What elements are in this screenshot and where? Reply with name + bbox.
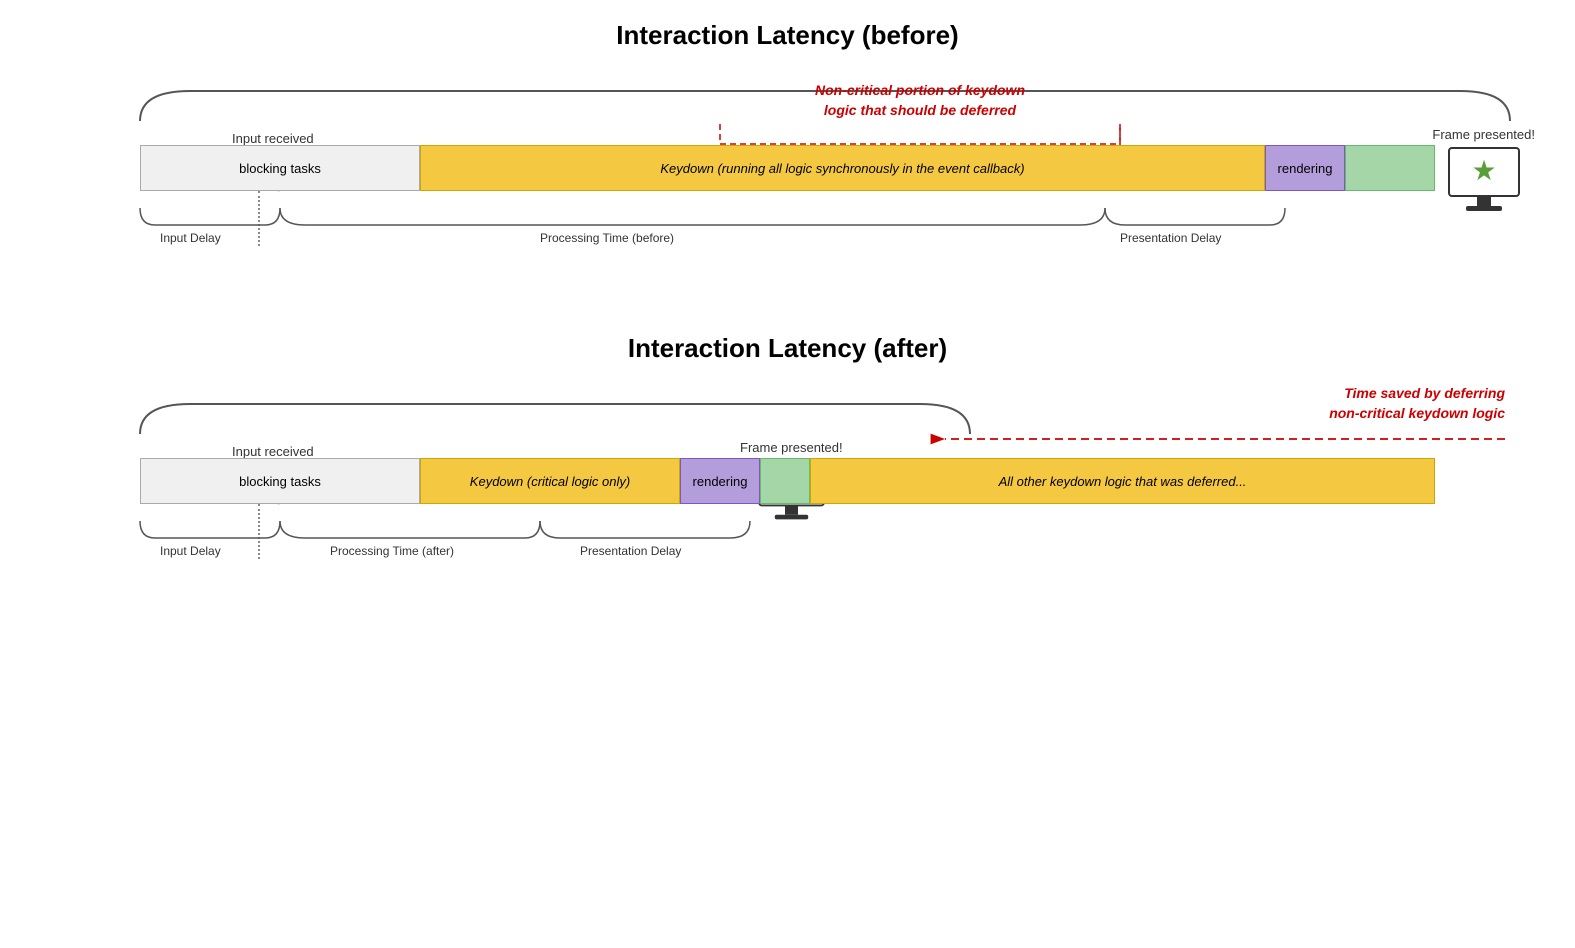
rendering-block-after: rendering	[680, 458, 760, 504]
input-delay-label-after: Input Delay	[160, 544, 221, 558]
keydown-label-after: Keydown (critical logic only)	[462, 474, 638, 489]
blocking-label-after: blocking tasks	[239, 474, 321, 489]
processing-time-label-after: Processing Time (after)	[330, 544, 454, 558]
deferred-block-after: All other keydown logic that was deferre…	[810, 458, 1435, 504]
frame-presented-label-before: Frame presented!	[1432, 127, 1535, 142]
non-critical-line2: logic that should be deferred	[824, 102, 1016, 118]
rendering-label-after: rendering	[693, 474, 748, 489]
rendering-block-before: rendering	[1265, 145, 1345, 191]
frame-presented-group-before: Frame presented! ★	[1432, 127, 1535, 221]
blocking-label-before: blocking tasks	[239, 161, 321, 176]
time-saved-arrow-svg	[935, 429, 1515, 453]
after-diagram-area: Input received ✳ ↖ Frame presented! ★	[60, 454, 1515, 586]
before-title: Interaction Latency (before)	[60, 20, 1515, 51]
non-critical-line1: Non-critical portion of keydown	[815, 82, 1025, 98]
presentation-delay-label-before: Presentation Delay	[1120, 231, 1221, 245]
main-container: Interaction Latency (before) Input recei…	[0, 0, 1575, 666]
blocking-block-after: blocking tasks	[140, 458, 420, 504]
input-delay-label-before: Input Delay	[160, 231, 221, 245]
before-diagram-area: Input received ✳ ↖ Frame presented! ★	[60, 141, 1515, 273]
green-block-after	[760, 458, 810, 504]
after-timeline-row: blocking tasks Keydown (critical logic o…	[140, 454, 1435, 508]
after-top-brace: Time saved by deferring non-critical key…	[60, 394, 1515, 444]
frame-presented-label-after: Frame presented!	[740, 440, 843, 455]
before-bottom-labels: Input Delay Processing Time (before) Pre…	[140, 203, 1435, 273]
after-title: Interaction Latency (after)	[60, 333, 1515, 364]
before-timeline-row: blocking tasks Keydown (running all logi…	[140, 141, 1435, 195]
svg-text:★: ★	[1471, 155, 1496, 186]
blocking-block-before: blocking tasks	[140, 145, 420, 191]
processing-time-label-before: Processing Time (before)	[540, 231, 674, 245]
after-bottom-labels: Input Delay Processing Time (after) Pres…	[140, 516, 1435, 586]
keydown-label-before: Keydown (running all logic synchronously…	[652, 161, 1032, 176]
time-saved-line1: Time saved by deferring	[1344, 385, 1505, 401]
green-block-before	[1345, 145, 1435, 191]
time-saved-note: Time saved by deferring non-critical key…	[935, 384, 1515, 458]
keydown-block-after: Keydown (critical logic only)	[420, 458, 680, 504]
rendering-label-before: rendering	[1278, 161, 1333, 176]
after-section: Interaction Latency (after) Time saved b…	[60, 333, 1515, 586]
keydown-block-before: Keydown (running all logic synchronously…	[420, 145, 1265, 191]
deferred-label-after: All other keydown logic that was deferre…	[991, 474, 1255, 489]
time-saved-line2: non-critical keydown logic	[1329, 405, 1505, 421]
monitor-icon-before: ★	[1444, 146, 1524, 216]
before-bottom-braces-svg	[140, 203, 1435, 273]
before-section: Interaction Latency (before) Input recei…	[60, 20, 1515, 273]
presentation-delay-label-after: Presentation Delay	[580, 544, 681, 558]
